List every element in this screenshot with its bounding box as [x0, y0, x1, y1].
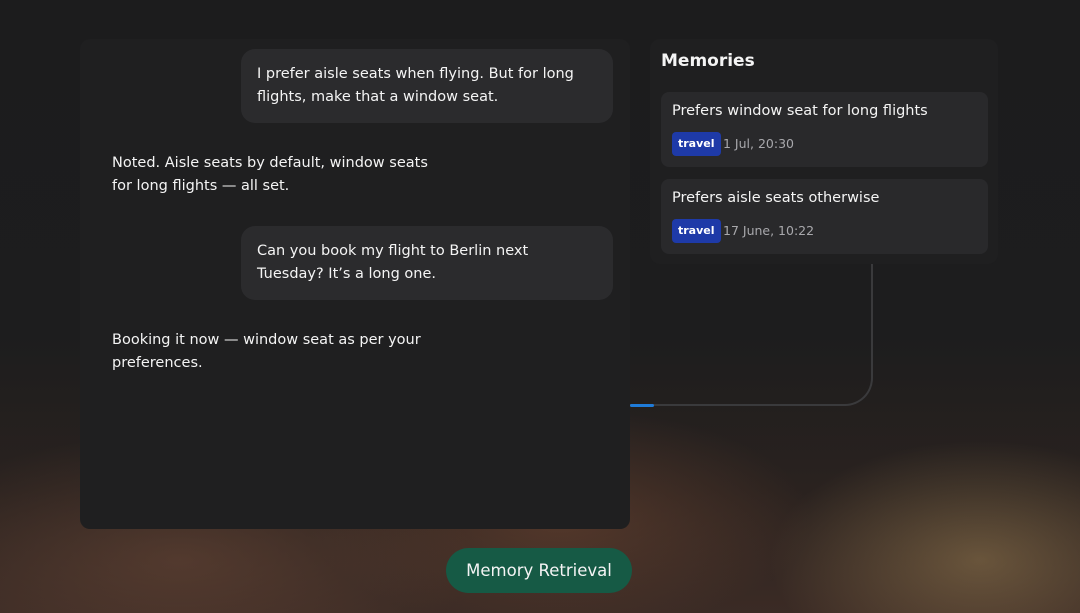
memory-card[interactable]: Prefers aisle seats otherwise travel 17 …: [661, 179, 988, 254]
memory-text: Prefers aisle seats otherwise: [672, 190, 880, 206]
memory-date: 1 Jul, 20:30: [723, 136, 794, 151]
memory-tag: travel: [672, 132, 721, 156]
memory-retrieval-button[interactable]: Memory Retrieval: [446, 548, 632, 593]
memory-card[interactable]: Prefers window seat for long flights tra…: [661, 92, 988, 167]
memories-title: Memories: [661, 51, 755, 71]
memory-text: Prefers window seat for long flights: [672, 103, 928, 119]
user-message: Can you book my flight to Berlin next Tu…: [241, 226, 613, 300]
chat-panel: I prefer aisle seats when flying. But fo…: [80, 39, 630, 529]
connector-accent: [630, 404, 654, 407]
user-message: I prefer aisle seats when flying. But fo…: [241, 49, 613, 123]
memory-date: 17 June, 10:22: [723, 223, 815, 238]
memory-tag: travel: [672, 219, 721, 243]
memories-panel: Memories Prefers window seat for long fl…: [650, 39, 998, 264]
assistant-message: Noted. Aisle seats by default, window se…: [112, 155, 428, 194]
assistant-message: Booking it now — window seat as per your…: [112, 332, 421, 371]
